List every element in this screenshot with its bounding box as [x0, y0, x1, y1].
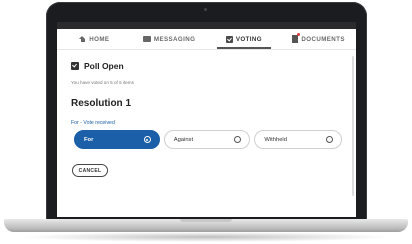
voted-progress-note: You have voted on 5 of 5 items: [71, 80, 134, 85]
nav-voting[interactable]: VOTING: [207, 29, 282, 49]
top-navigation: HOME MESSAGING VOTING DOCUMENTS: [57, 29, 356, 50]
home-icon: [79, 36, 86, 42]
resolution-title: Resolution 1: [71, 98, 132, 109]
option-for[interactable]: For: [74, 130, 160, 149]
radio-selected-icon[interactable]: [143, 136, 151, 143]
laptop-lid: HOME MESSAGING VOTING DOCUMENTS Poll Ope…: [46, 2, 367, 220]
laptop-base-notch: [180, 219, 232, 222]
documents-icon: [292, 33, 301, 43]
option-withheld-label: Withheld: [264, 136, 287, 143]
option-for-label: For: [84, 136, 94, 143]
vote-status: For - Vote received: [71, 120, 115, 126]
laptop-shadow: [20, 232, 392, 242]
cancel-button[interactable]: CANCEL: [72, 164, 108, 177]
vote-options: For Against Withheld: [71, 130, 343, 149]
messaging-icon: [142, 36, 151, 42]
nav-messaging-label: MESSAGING: [153, 35, 196, 43]
voting-icon: [225, 35, 233, 43]
nav-documents[interactable]: DOCUMENTS: [281, 29, 356, 49]
poll-icon: [71, 62, 79, 70]
option-withheld[interactable]: Withheld: [254, 130, 343, 149]
webcam: [204, 8, 207, 11]
nav-voting-label: VOTING: [235, 35, 262, 43]
option-against[interactable]: Against: [163, 130, 251, 149]
scrollbar[interactable]: [352, 56, 354, 196]
radio-unselected-icon[interactable]: [326, 136, 334, 143]
voting-panel: Poll Open You have voted on 5 of 5 items…: [57, 50, 356, 177]
notification-dot: [297, 33, 301, 36]
poll-header: Poll Open: [71, 61, 342, 71]
laptop-base: [4, 219, 408, 232]
option-against-label: Against: [173, 136, 194, 143]
radio-unselected-icon[interactable]: [234, 136, 242, 143]
nav-messaging[interactable]: MESSAGING: [132, 29, 207, 49]
nav-home-label: HOME: [89, 35, 110, 43]
browser-top-bar: [57, 22, 356, 29]
app-screen: HOME MESSAGING VOTING DOCUMENTS Poll Ope…: [57, 22, 356, 217]
poll-title: Poll Open: [84, 61, 124, 71]
nav-documents-label: DOCUMENTS: [301, 35, 345, 43]
nav-home[interactable]: HOME: [57, 29, 132, 49]
